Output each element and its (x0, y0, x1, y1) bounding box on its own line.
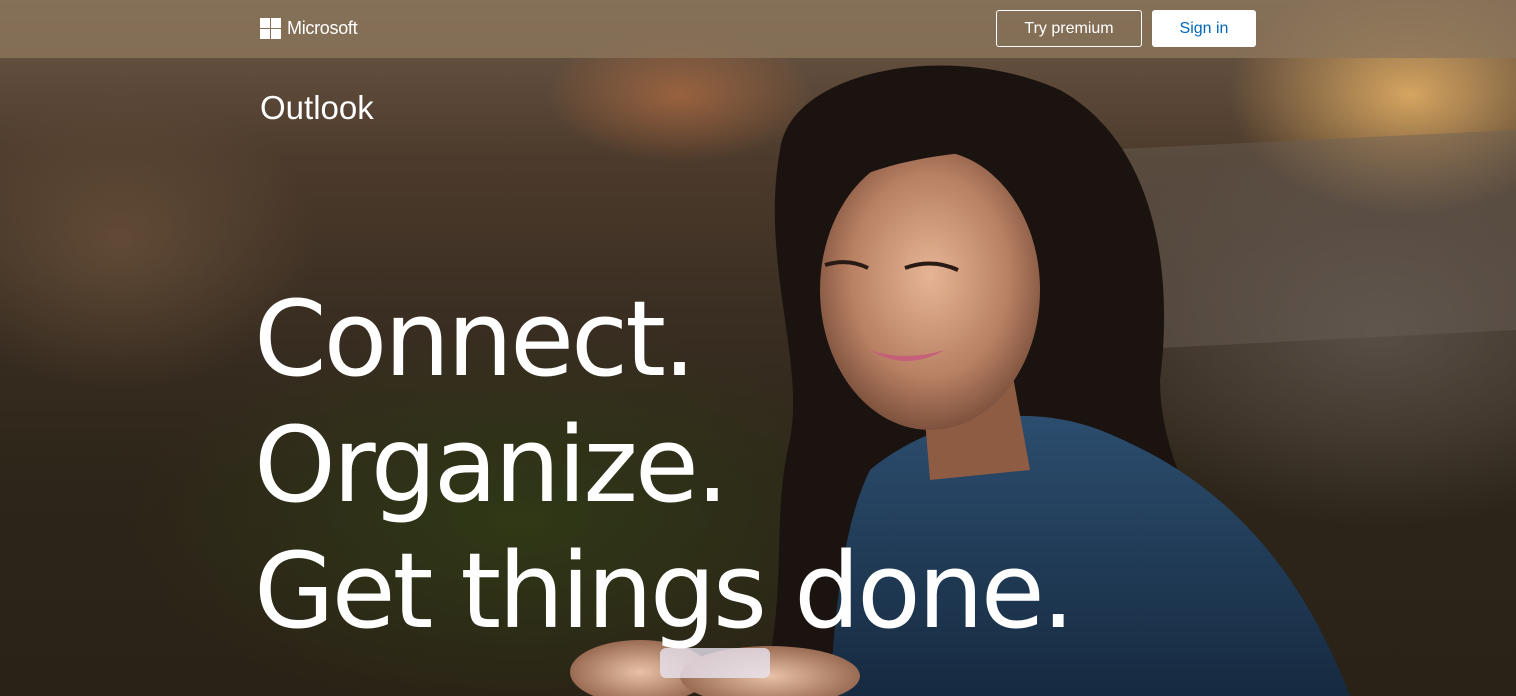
sign-in-button[interactable]: Sign in (1152, 10, 1256, 47)
microsoft-logo-icon (260, 17, 281, 39)
headline-line-organize: Organize. (254, 404, 729, 526)
brand-name: Microsoft (287, 17, 358, 38)
top-navigation-bar: Microsoft Try premium Sign in (0, 0, 1516, 58)
hero-banner: Microsoft Try premium Sign in Outlook Co… (0, 0, 1516, 696)
try-premium-button[interactable]: Try premium (996, 10, 1142, 47)
hero-headline: Connect. Organize. Get things done. (254, 276, 1075, 654)
product-title: Outlook (260, 89, 374, 126)
microsoft-logo[interactable]: Microsoft (260, 17, 358, 39)
headline-line-connect: Connect. (254, 278, 696, 400)
headline-line-get-things-done: Get things done. (254, 530, 1075, 652)
